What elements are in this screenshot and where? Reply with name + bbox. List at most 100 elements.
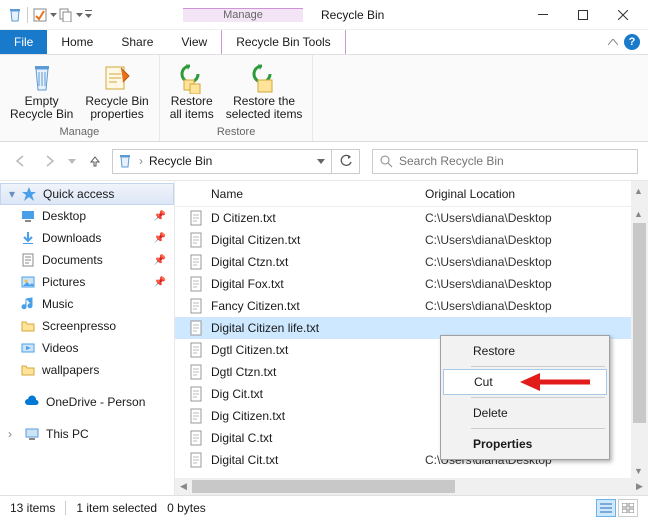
file-location: C:\Users\diana\Desktop <box>425 255 552 269</box>
videos-icon <box>20 340 36 356</box>
tab-share[interactable]: Share <box>107 30 167 54</box>
file-location: C:\Users\diana\Desktop <box>425 277 552 291</box>
ribbon-group-restore: Restore all items Restore the selected i… <box>160 55 314 141</box>
pictures-icon <box>20 274 36 290</box>
ribbon-collapse-icon[interactable] <box>608 39 618 45</box>
maximize-button[interactable] <box>568 5 598 25</box>
file-location: C:\Users\diana\Desktop <box>425 211 552 225</box>
sidebar-label: This PC <box>46 427 89 441</box>
help-icon[interactable]: ? <box>624 34 640 50</box>
sidebar-item-label: Desktop <box>42 209 86 223</box>
file-row[interactable]: D Citizen.txtC:\Users\diana\Desktop <box>175 207 648 229</box>
menu-item-properties[interactable]: Properties <box>443 431 607 457</box>
qat-customize-icon[interactable] <box>83 4 93 26</box>
sidebar-item-screenpresso[interactable]: Screenpresso <box>0 315 174 337</box>
sidebar-item-downloads[interactable]: Downloads📌 <box>0 227 174 249</box>
back-button[interactable] <box>10 150 32 172</box>
address-bar[interactable]: › Recycle Bin <box>112 149 332 174</box>
contextual-label: Manage <box>183 8 303 22</box>
file-row[interactable]: Digital Fox.txtC:\Users\diana\Desktop <box>175 273 648 295</box>
ribbon-group-label: Restore <box>217 126 256 141</box>
chevron-down-icon[interactable] <box>75 4 83 26</box>
file-name: Fancy Citizen.txt <box>211 299 425 313</box>
restore-selected-button[interactable]: Restore the selected items <box>220 57 309 126</box>
chevron-down-icon[interactable] <box>49 4 57 26</box>
search-box[interactable] <box>372 149 638 174</box>
sidebar-item-desktop[interactable]: Desktop 📌 <box>0 205 174 227</box>
minimize-button[interactable] <box>528 5 558 25</box>
properties-icon <box>101 61 133 95</box>
sidebar-quick-access[interactable]: ▾ Quick access <box>0 183 174 205</box>
menu-item-delete[interactable]: Delete <box>443 400 607 426</box>
chevron-down-icon[interactable] <box>317 159 325 164</box>
sidebar-item-wallpapers[interactable]: wallpapers <box>0 359 174 381</box>
search-input[interactable] <box>399 154 631 168</box>
qat-properties-icon[interactable] <box>31 4 49 26</box>
empty-recycle-bin-button[interactable]: Empty Recycle Bin <box>4 57 79 126</box>
ribbon-btn-label: Empty Recycle Bin <box>10 95 73 121</box>
navigation-pane: ▾ Quick access Desktop 📌 Downloads📌Documen… <box>0 181 175 495</box>
tab-recycle-bin-tools[interactable]: Recycle Bin Tools <box>221 30 346 54</box>
recent-locations-button[interactable] <box>66 150 78 172</box>
menu-item-restore[interactable]: Restore <box>443 338 607 364</box>
scrollbar-thumb[interactable] <box>192 480 455 493</box>
tab-file[interactable]: File <box>0 30 47 54</box>
sidebar-item-label: Music <box>42 297 73 311</box>
file-row[interactable]: Digital Citizen.txtC:\Users\diana\Deskto… <box>175 229 648 251</box>
star-icon <box>21 186 37 202</box>
ribbon-btn-label: Recycle Bin properties <box>85 95 148 121</box>
horizontal-scrollbar[interactable]: ◀ ▶ <box>175 478 648 495</box>
details-view-icon[interactable] <box>596 499 616 517</box>
menu-separator <box>471 428 605 429</box>
column-original-location[interactable]: Original Location <box>425 187 648 201</box>
chevron-right-icon: › <box>8 427 18 441</box>
address-crumb[interactable]: Recycle Bin <box>149 154 212 168</box>
qat-blank-icon[interactable] <box>57 4 75 26</box>
scroll-right-icon[interactable]: ▶ <box>631 481 648 492</box>
scrollbar-thumb[interactable] <box>633 223 646 423</box>
sidebar-item-documents[interactable]: Documents📌 <box>0 249 174 271</box>
pin-icon: 📌 <box>154 211 166 222</box>
tab-home[interactable]: Home <box>47 30 107 54</box>
recycle-bin-empty-icon <box>26 61 58 95</box>
ribbon-btn-label: Restore the selected items <box>226 95 303 121</box>
sidebar-item-pictures[interactable]: Pictures 📌 <box>0 271 174 293</box>
thumbnails-view-icon[interactable] <box>618 499 638 517</box>
sidebar-onedrive[interactable]: OneDrive - Person <box>0 391 174 413</box>
sidebar-item-videos[interactable]: Videos <box>0 337 174 359</box>
up-button[interactable] <box>84 150 106 172</box>
refresh-button[interactable] <box>332 149 360 174</box>
restore-all-icon <box>176 61 208 95</box>
close-button[interactable] <box>608 5 638 25</box>
window-title: Recycle Bin <box>321 8 384 22</box>
vertical-scrollbar[interactable]: ▲ ▼ <box>631 207 648 478</box>
text-file-icon <box>189 320 205 336</box>
scroll-left-icon[interactable]: ◀ <box>175 481 192 492</box>
title-bar: Manage Recycle Bin <box>0 0 648 30</box>
forward-button[interactable] <box>38 150 60 172</box>
address-chevron-icon[interactable]: › <box>139 154 143 168</box>
chevron-down-icon: ▾ <box>9 187 15 201</box>
recycle-bin-properties-button[interactable]: Recycle Bin properties <box>79 57 154 126</box>
sidebar-item-music[interactable]: Music <box>0 293 174 315</box>
file-name: Digital Cit.txt <box>211 453 425 467</box>
music-icon <box>20 296 36 312</box>
computer-icon <box>24 426 40 442</box>
scroll-down-icon[interactable]: ▼ <box>634 466 643 476</box>
column-name[interactable]: Name <box>175 187 425 201</box>
file-name: Digital Citizen.txt <box>211 233 425 247</box>
scroll-up-icon[interactable]: ▲ <box>634 209 643 219</box>
text-file-icon <box>189 276 205 292</box>
restore-all-button[interactable]: Restore all items <box>164 57 220 126</box>
file-name: D Citizen.txt <box>211 211 425 225</box>
sidebar-item-label: Pictures <box>42 275 85 289</box>
documents-icon <box>20 252 36 268</box>
file-row[interactable]: Digital Ctzn.txtC:\Users\diana\Desktop <box>175 251 648 273</box>
vertical-scrollbar-outer[interactable]: ▲ <box>631 181 648 207</box>
text-file-icon <box>189 210 205 226</box>
file-name: Dig Citizen.txt <box>211 409 425 423</box>
tab-view[interactable]: View <box>167 30 221 54</box>
sidebar-this-pc[interactable]: › This PC <box>0 423 174 445</box>
file-row[interactable]: Fancy Citizen.txtC:\Users\diana\Desktop <box>175 295 648 317</box>
pin-icon: 📌 <box>154 277 166 288</box>
